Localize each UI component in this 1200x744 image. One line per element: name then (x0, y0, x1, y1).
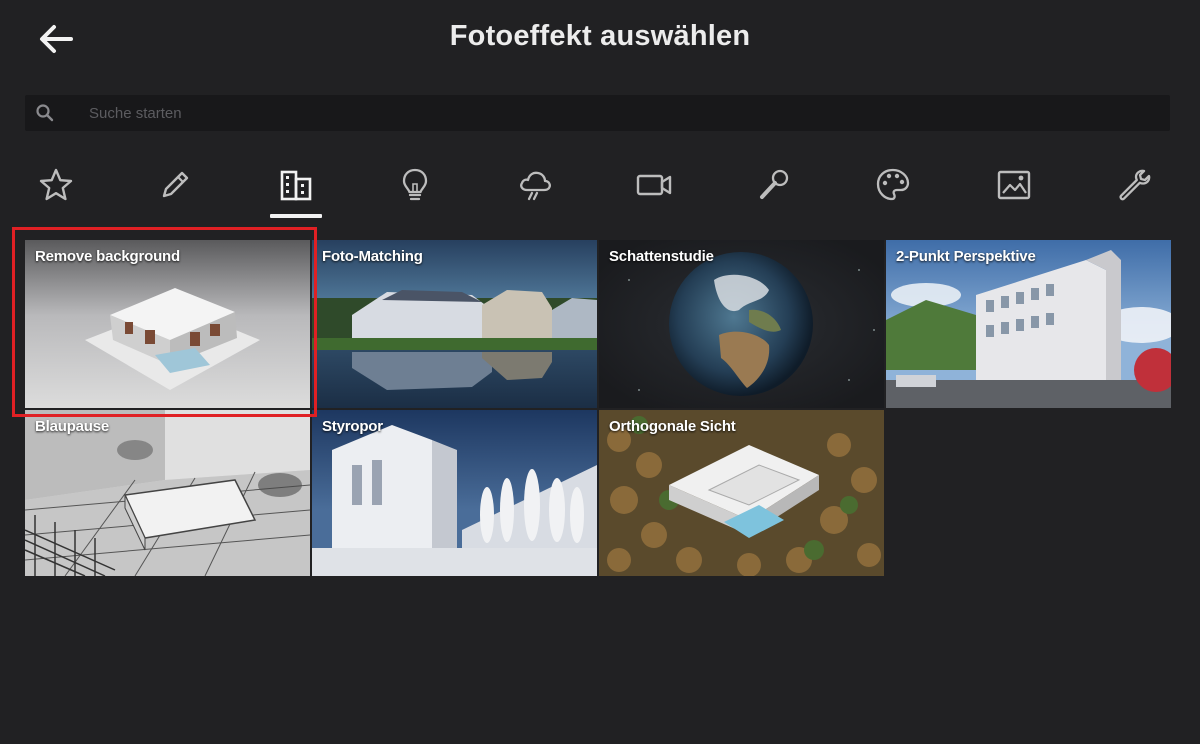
category-weather[interactable] (505, 160, 565, 210)
effect-label: Styropor (322, 418, 383, 435)
category-toolbar (0, 150, 1200, 225)
category-sketch[interactable] (145, 160, 205, 210)
effect-label: Foto-Matching (322, 248, 423, 265)
effect-label: Orthogonale Sicht (609, 418, 736, 435)
video-camera-icon (636, 174, 672, 196)
selected-category-indicator (270, 214, 322, 218)
category-video[interactable] (624, 160, 684, 210)
effect-tile-2-punkt-perspektive[interactable]: 2-Punkt Perspektive (886, 240, 1171, 408)
schattenstudie-thumbnail (599, 240, 884, 408)
search-bar (25, 95, 1170, 131)
effect-tile-remove-background[interactable]: Remove background (25, 240, 310, 408)
image-icon (997, 170, 1031, 200)
category-architecture[interactable] (266, 160, 326, 210)
lightbulb-icon (402, 168, 428, 201)
header: Fotoeffekt auswählen (0, 0, 1200, 80)
category-favorites[interactable] (26, 160, 86, 210)
effect-tile-blaupause[interactable]: Blaupause (25, 410, 310, 576)
photo-effect-screen: Fotoeffekt auswählen Suche starten Remov… (0, 0, 1200, 744)
star-icon (39, 168, 73, 201)
category-effects[interactable] (744, 160, 804, 210)
effect-tile-schattenstudie[interactable]: Schattenstudie (599, 240, 884, 408)
buildings-icon (280, 170, 312, 201)
category-lighting[interactable] (385, 160, 445, 210)
effect-tile-styropor[interactable]: Styropor (312, 410, 597, 576)
wrench-icon (1119, 169, 1151, 201)
2-punkt-perspektive-thumbnail (886, 240, 1171, 408)
magic-wand-icon (760, 169, 789, 199)
effect-label: Schattenstudie (609, 248, 714, 265)
effect-label: 2-Punkt Perspektive (896, 248, 1036, 265)
effect-tile-orthogonale-sicht[interactable]: Orthogonale Sicht (599, 410, 884, 576)
pencil-icon (162, 171, 189, 198)
category-tools[interactable] (1104, 160, 1164, 210)
search-icon (36, 104, 54, 122)
category-images[interactable] (984, 160, 1044, 210)
effect-tile-foto-matching[interactable]: Foto-Matching (312, 240, 597, 408)
remove-background-thumbnail (25, 240, 310, 408)
weather-cloud-icon (520, 171, 551, 201)
effect-label: Remove background (35, 248, 180, 265)
search-input[interactable] (89, 99, 1149, 127)
category-colors[interactable] (863, 160, 923, 210)
effect-label: Blaupause (35, 418, 110, 435)
page-title: Fotoeffekt auswählen (449, 20, 751, 52)
foto-matching-thumbnail (312, 240, 597, 408)
palette-icon (876, 168, 910, 201)
